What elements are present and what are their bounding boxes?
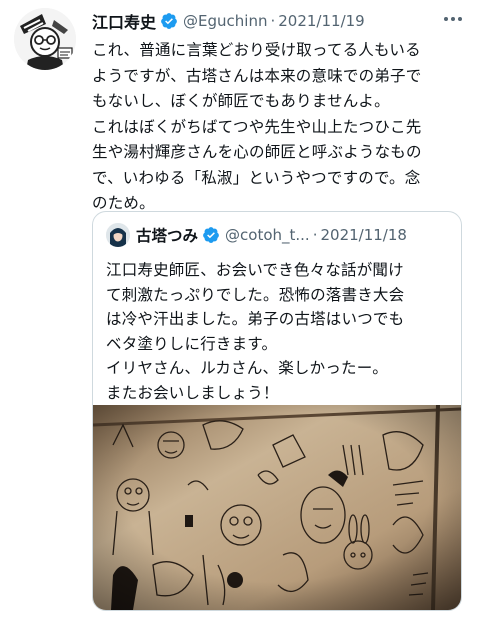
tweet: 江口寿史 @Eguchinn · 2021/11/19 これ、普通に言葉どおり受… <box>0 0 480 617</box>
separator-dot: · <box>312 226 318 244</box>
more-icon[interactable] <box>440 10 466 28</box>
tweet-text: これ、普通に言葉どおり受け取ってる人もいる ようですが、古塔さんは本来の意味での… <box>92 41 422 212</box>
author-handle[interactable]: @Eguchinn <box>183 12 267 30</box>
quoted-tweet-date: 2021/11/18 <box>320 226 407 244</box>
quoted-tweet[interactable]: 古塔つみ @cotoh_t... · 2021/11/18 江口寿史師匠、お会い… <box>92 211 462 611</box>
quoted-tweet-header: 古塔つみ @cotoh_t... · 2021/11/18 <box>106 223 407 247</box>
quoted-tweet-text: 江口寿史師匠、お会いでき色々な話が聞け て刺激たっぷりでした。恐怖の落書き大会 … <box>106 261 405 402</box>
verified-badge-icon <box>202 226 220 244</box>
author-name[interactable]: 江口寿史 <box>92 9 156 33</box>
graffiti-wall-photo[interactable] <box>93 404 461 610</box>
verified-badge-icon <box>160 12 178 30</box>
tweet-header: 江口寿史 @Eguchinn · 2021/11/19 <box>92 9 365 33</box>
quoted-author-name: 古塔つみ <box>136 227 199 245</box>
author-avatar[interactable] <box>14 8 76 70</box>
tweet-date[interactable]: 2021/11/19 <box>278 12 364 30</box>
quoted-author-avatar <box>106 223 130 247</box>
separator-dot: · <box>270 12 276 30</box>
quoted-author-handle: @cotoh_t... <box>225 226 310 244</box>
